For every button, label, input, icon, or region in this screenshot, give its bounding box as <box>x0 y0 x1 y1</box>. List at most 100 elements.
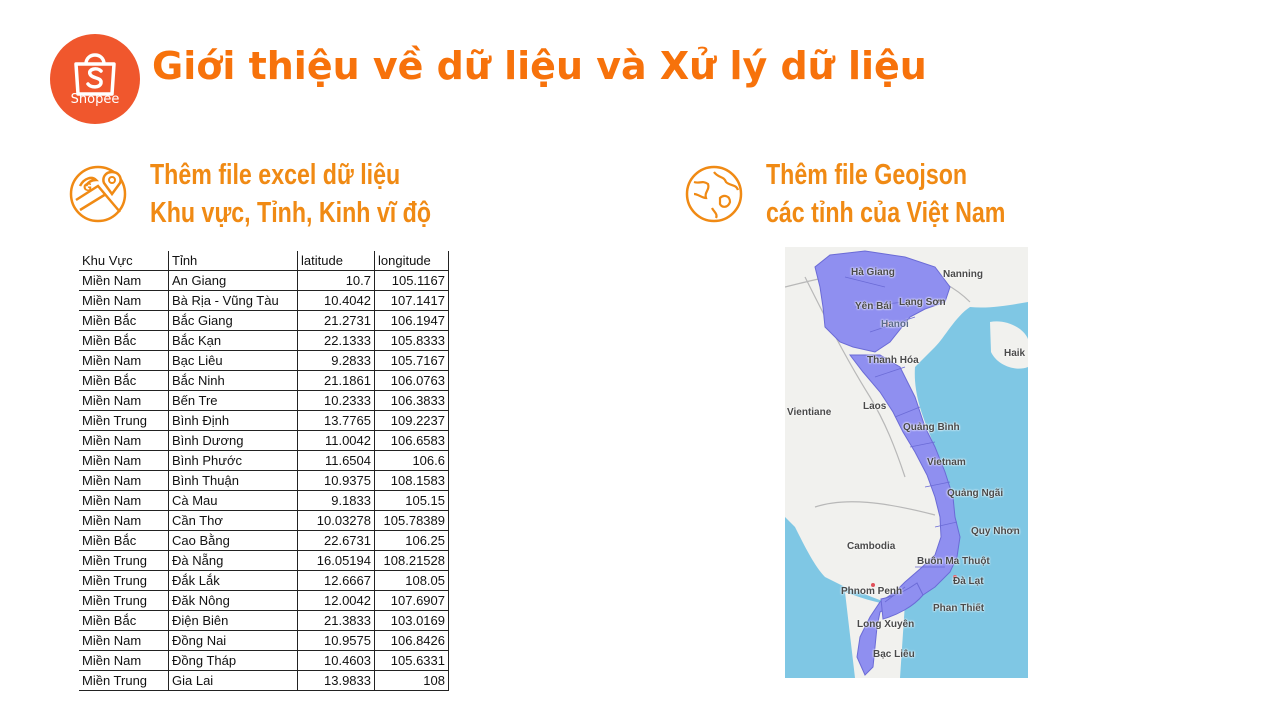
logo-text: Shopee <box>70 92 120 107</box>
cell-longitude: 108.05 <box>374 570 449 591</box>
cell-longitude: 105.78389 <box>374 510 449 531</box>
land-hainan <box>990 321 1028 369</box>
cell-region: Miền Trung <box>79 570 169 591</box>
cell-region: Miền Nam <box>79 390 169 411</box>
cell-region: Miền Trung <box>79 590 169 611</box>
table-row: Miền Nam Bến Tre 10.2333 106.3833 <box>79 390 449 411</box>
table-row: Miền Nam Bình Dương 11.0042 106.6583 <box>79 430 449 451</box>
cell-longitude: 108.21528 <box>374 550 449 571</box>
cell-province: Bắc Ninh <box>168 370 298 391</box>
table-row: Miền Bắc Cao Bằng 22.6731 106.25 <box>79 530 449 551</box>
column-header-latitude: latitude <box>297 251 375 271</box>
shopee-logo: Shopee <box>50 34 140 124</box>
table-row: Miền Nam Cần Thơ 10.03278 105.78389 <box>79 510 449 531</box>
cell-latitude: 21.2731 <box>297 310 375 331</box>
cell-province: Cần Thơ <box>168 510 298 531</box>
cell-province: Bình Phước <box>168 450 298 471</box>
cell-latitude: 9.2833 <box>297 350 375 371</box>
cell-longitude: 106.6583 <box>374 430 449 451</box>
map-label-lang-son: Lạng Sơn <box>899 297 946 308</box>
geojson-heading-line-1: Thêm file Geojson <box>766 159 968 191</box>
column-header-province: Tỉnh <box>168 251 298 271</box>
cell-latitude: 10.03278 <box>297 510 375 531</box>
cell-region: Miền Bắc <box>79 530 169 551</box>
table-header-row: Khu Vực Tỉnh latitude longitude <box>79 251 449 271</box>
cell-latitude: 16.05194 <box>297 550 375 571</box>
map-label-hanoi: Hanoi <box>881 319 909 330</box>
page-title: Giới thiệu về dữ liệu và Xử lý dữ liệu <box>152 44 927 88</box>
cell-region: Miền Nam <box>79 290 169 311</box>
table-row: Miền Bắc Điện Biên 21.3833 103.0169 <box>79 610 449 631</box>
cell-region: Miền Trung <box>79 550 169 571</box>
cell-longitude: 109.2237 <box>374 410 449 431</box>
cell-region: Miền Trung <box>79 410 169 431</box>
cell-province: Đăk Nông <box>168 590 298 611</box>
cell-latitude: 22.1333 <box>297 330 375 351</box>
geojson-section-heading: Thêm file Geojson các tỉnh của Việt Nam <box>766 156 1005 232</box>
cell-region: Miền Bắc <box>79 370 169 391</box>
map-label-nanning: Nanning <box>943 269 983 280</box>
cell-province: Bắc Giang <box>168 310 298 331</box>
cell-province: Bến Tre <box>168 390 298 411</box>
table-body: Miền Nam An Giang 10.7 105.1167 Miền Nam Bà R… <box>79 270 449 691</box>
cell-longitude: 106.6 <box>374 450 449 471</box>
cell-latitude: 13.9833 <box>297 670 375 691</box>
cell-province: Đà Nẵng <box>168 550 298 571</box>
cell-latitude: 21.1861 <box>297 370 375 391</box>
cell-region: Miền Nam <box>79 510 169 531</box>
cell-province: Bà Rịa - Vũng Tàu <box>168 290 298 311</box>
cell-province: Cà Mau <box>168 490 298 511</box>
cell-longitude: 106.8426 <box>374 630 449 651</box>
cell-latitude: 9.1833 <box>297 490 375 511</box>
cell-longitude: 106.0763 <box>374 370 449 391</box>
map-label-da-lat: Đà Lạt <box>953 576 984 587</box>
cell-longitude: 106.25 <box>374 530 449 551</box>
cell-longitude: 107.1417 <box>374 290 449 311</box>
globe-icon <box>685 165 743 223</box>
cell-region: Miền Nam <box>79 470 169 491</box>
cell-region: Miền Nam <box>79 270 169 291</box>
map-label-quy-nhon: Quy Nhơn <box>971 526 1020 537</box>
geojson-heading-line-2: các tỉnh của Việt Nam <box>766 197 1006 229</box>
table-row: Miền Trung Bình Định 13.7765 109.2237 <box>79 410 449 431</box>
table-row: Miền Nam Bạc Liêu 9.2833 105.7167 <box>79 350 449 371</box>
table-row: Miền Trung Gia Lai 13.9833 108 <box>79 670 449 691</box>
cell-latitude: 10.7 <box>297 270 375 291</box>
table-row: Miền Nam Đồng Nai 10.9575 106.8426 <box>79 630 449 651</box>
map-label-quang-ngai: Quảng Ngãi <box>947 488 1004 499</box>
table-row: Miền Trung Đà Nẵng 16.05194 108.21528 <box>79 550 449 571</box>
cell-province: Bình Dương <box>168 430 298 451</box>
excel-heading-line-2: Khu vực, Tỉnh, Kinh vĩ độ <box>150 197 432 229</box>
map-label-long-xuyen: Long Xuyên <box>857 619 915 630</box>
cell-region: Miền Bắc <box>79 610 169 631</box>
cell-longitude: 108.1583 <box>374 470 449 491</box>
shopping-bag-icon <box>74 53 116 96</box>
map-label-laos: Laos <box>863 401 887 412</box>
map-label-vietnam: Vietnam <box>927 457 966 468</box>
map-label-phnom-penh: Phnom Penh <box>841 586 903 597</box>
province-table: Khu Vực Tỉnh latitude longitude Miền Nam… <box>79 251 449 691</box>
cell-province: Bình Định <box>168 410 298 431</box>
cell-longitude: 105.6331 <box>374 650 449 671</box>
map-label-quang-binh: Quảng Bình <box>903 422 960 433</box>
cell-latitude: 12.6667 <box>297 570 375 591</box>
table-row: Miền Nam An Giang 10.7 105.1167 <box>79 270 449 291</box>
cell-province: Bắc Kạn <box>168 330 298 351</box>
table-row: Miền Nam Cà Mau 9.1833 105.15 <box>79 490 449 511</box>
cell-province: Đồng Tháp <box>168 650 298 671</box>
cell-longitude: 107.6907 <box>374 590 449 611</box>
map-pin-icon: G <box>69 165 127 223</box>
cell-province: Cao Bằng <box>168 530 298 551</box>
cell-longitude: 105.15 <box>374 490 449 511</box>
table-row: Miền Bắc Bắc Kạn 22.1333 105.8333 <box>79 330 449 351</box>
cell-region: Miền Nam <box>79 450 169 471</box>
map-label-ha-giang: Hà Giang <box>851 267 895 278</box>
cell-province: Đồng Nai <box>168 630 298 651</box>
table-row: Miền Nam Bình Phước 11.6504 106.6 <box>79 450 449 471</box>
cell-region: Miền Nam <box>79 430 169 451</box>
table-row: Miền Bắc Bắc Ninh 21.1861 106.0763 <box>79 370 449 391</box>
vietnam-geojson-map: Hà Giang Nanning Yên Bái Lạng Sơn Hanoi … <box>785 247 1028 678</box>
column-header-region: Khu Vực <box>79 251 169 271</box>
cell-region: Miền Trung <box>79 670 169 691</box>
cell-province: Gia Lai <box>168 670 298 691</box>
